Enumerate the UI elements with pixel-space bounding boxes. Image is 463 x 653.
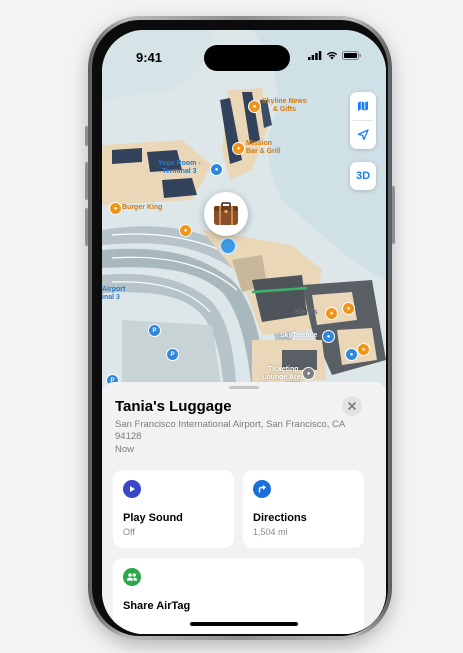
map-controls — [350, 92, 376, 149]
close-button[interactable] — [342, 396, 362, 416]
poi-ticketing[interactable]: ● — [302, 367, 315, 380]
people-icon — [126, 573, 138, 581]
bezel: 9:41 3D ● Skyline News & Gifts ● Mission… — [92, 20, 388, 636]
map-view[interactable]: 9:41 3D ● Skyline News & Gifts ● Mission… — [102, 30, 386, 410]
play-icon-circle — [123, 480, 141, 498]
location-arrow-icon — [357, 129, 369, 141]
label-yoga-room[interactable]: Yoga Room - Terminal 3 — [158, 160, 201, 176]
airtag-location-dot — [219, 237, 237, 255]
poi-food[interactable]: ● — [179, 224, 192, 237]
share-icon-circle — [123, 568, 141, 586]
poi-kiehls[interactable]: ● — [325, 307, 338, 320]
label-mission-bar[interactable]: Mission Bar & Grill — [246, 140, 281, 156]
poi-parking-2[interactable]: P — [148, 324, 161, 337]
poi-skyline-news[interactable]: ● — [248, 100, 261, 113]
poi-cafe[interactable]: ● — [357, 343, 370, 356]
label-kiehls[interactable]: Kiehl's — [295, 309, 318, 317]
directions-distance: 1,504 mi — [253, 527, 288, 537]
item-timestamp: Now — [115, 444, 135, 455]
directions-label: Directions — [253, 512, 307, 524]
track-location-button[interactable] — [350, 121, 376, 149]
wifi-icon — [326, 51, 338, 60]
status-time: 9:41 — [136, 50, 163, 65]
volume-down-button — [85, 208, 88, 246]
label-skyterrace[interactable]: SkyTerrace — [280, 332, 317, 340]
cellular-signal-icon — [308, 51, 322, 60]
screen: 9:41 3D ● Skyline News & Gifts ● Mission… — [102, 30, 386, 634]
poi-parking[interactable]: P — [166, 348, 179, 361]
play-sound-status: Off — [123, 527, 135, 537]
label-ticketing[interactable]: Ticketing Lounge Area — [262, 366, 305, 382]
power-button — [392, 186, 395, 244]
play-sound-button[interactable]: Play Sound Off — [113, 470, 234, 548]
poi-yoga-room[interactable]: ● — [210, 163, 223, 176]
play-icon — [130, 486, 135, 492]
directions-button[interactable]: Directions 1,504 mi — [243, 470, 364, 548]
play-sound-label: Play Sound — [123, 512, 183, 524]
3d-toggle-button[interactable]: 3D — [350, 162, 376, 190]
luggage-icon — [214, 202, 238, 225]
volume-up-button — [85, 162, 88, 200]
dynamic-island — [204, 45, 290, 71]
label-burger-king[interactable]: Burger King — [122, 204, 162, 212]
map-icon — [358, 101, 368, 111]
turn-arrow-icon — [258, 485, 266, 493]
status-icons — [308, 51, 362, 60]
poi-burger-king[interactable]: ● — [109, 202, 122, 215]
bottom-sheet[interactable]: Tania's Luggage San Francisco Internatio… — [102, 382, 386, 634]
poi-restroom[interactable]: ● — [345, 348, 358, 361]
close-icon — [348, 402, 356, 410]
poi-shop[interactable]: ● — [342, 302, 355, 315]
action-button — [85, 126, 88, 146]
directions-icon-circle — [253, 480, 271, 498]
sheet-grabber[interactable] — [229, 386, 259, 389]
item-title: Tania's Luggage — [115, 398, 232, 415]
iphone-frame: 9:41 3D ● Skyline News & Gifts ● Mission… — [85, 16, 395, 640]
poi-skyterrace[interactable]: ● — [322, 330, 335, 343]
label-airport-terminal[interactable]: Airport inal 3 — [102, 286, 125, 302]
item-address: San Francisco International Airport, San… — [115, 419, 345, 442]
label-skyline-news[interactable]: Skyline News & Gifts — [262, 98, 307, 114]
home-indicator[interactable] — [190, 622, 298, 626]
share-airtag-label: Share AirTag — [123, 600, 191, 612]
battery-icon — [342, 51, 361, 60]
poi-mission-bar[interactable]: ● — [232, 142, 245, 155]
map-mode-button[interactable] — [350, 92, 376, 120]
airtag-pin[interactable] — [204, 192, 248, 236]
